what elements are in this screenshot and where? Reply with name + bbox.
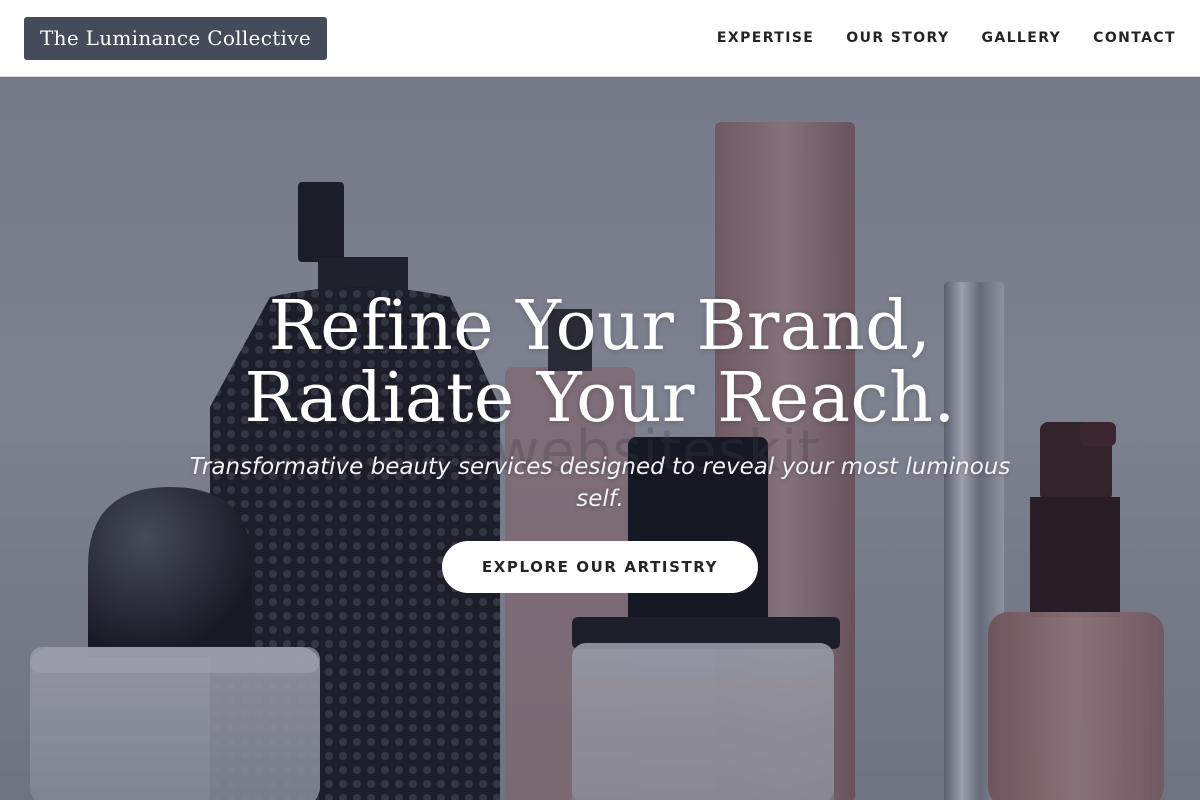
hero-headline: Refine Your Brand, Radiate Your Reach. — [0, 291, 1200, 435]
nav-link-gallery[interactable]: GALLERY — [981, 30, 1061, 46]
nav-link-contact[interactable]: CONTACT — [1093, 30, 1176, 46]
nav-link-expertise[interactable]: EXPERTISE — [717, 30, 814, 46]
hero-headline-line-1: Refine Your Brand, — [268, 287, 932, 366]
site-header: The Luminance Collective EXPERTISE OUR S… — [0, 0, 1200, 77]
nav-link-our-story[interactable]: OUR STORY — [846, 30, 949, 46]
brand-logo[interactable]: The Luminance Collective — [24, 16, 327, 60]
hero-headline-line-2: Radiate Your Reach. — [244, 359, 956, 438]
hero-section: freewebsiteskit Refine Your Brand, Radia… — [0, 77, 1200, 800]
hero-subtitle: Transformative beauty services designed … — [189, 454, 1011, 512]
main-nav: EXPERTISE OUR STORY GALLERY CONTACT — [717, 30, 1176, 46]
explore-artistry-button[interactable]: EXPLORE OUR ARTISTRY — [442, 541, 758, 593]
hero-content: Refine Your Brand, Radiate Your Reach. T… — [0, 291, 1200, 593]
